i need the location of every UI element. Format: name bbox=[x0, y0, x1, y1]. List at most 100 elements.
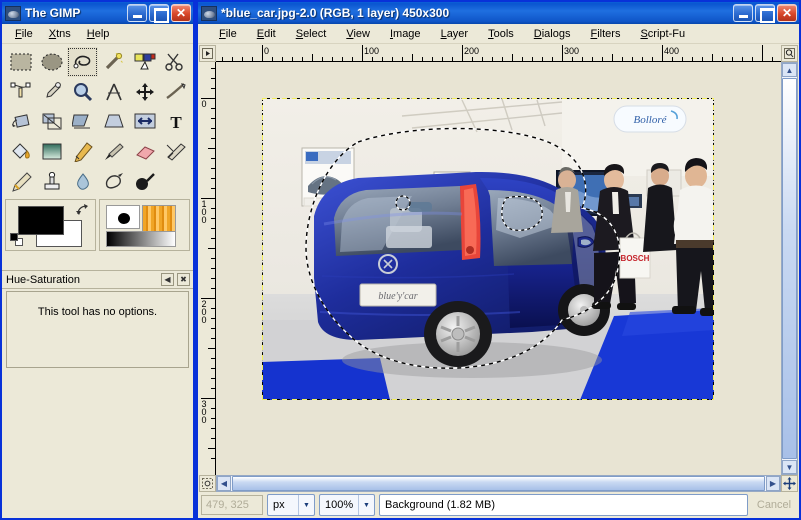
quick-mask-toggle-icon[interactable] bbox=[199, 475, 216, 492]
ruler-tick bbox=[392, 57, 393, 61]
clone-tool[interactable] bbox=[36, 167, 67, 197]
free-select-tool[interactable] bbox=[67, 47, 98, 77]
tool-grid-empty bbox=[160, 167, 191, 197]
scroll-right-icon[interactable]: ▶ bbox=[766, 476, 780, 491]
ruler-tick bbox=[752, 57, 753, 61]
fuzzy-select-tool[interactable] bbox=[98, 47, 129, 77]
toolbox-titlebar[interactable]: The GIMP bbox=[2, 2, 193, 24]
menu-xtns[interactable]: Xtns bbox=[42, 26, 78, 42]
scale-tool[interactable] bbox=[36, 107, 67, 137]
close-icon[interactable] bbox=[171, 4, 191, 22]
toolbox-menubar: File Xtns Help bbox=[2, 24, 193, 44]
close-icon[interactable] bbox=[777, 4, 797, 22]
ellipse-select-tool[interactable] bbox=[36, 47, 67, 77]
paths-tool[interactable] bbox=[5, 77, 36, 107]
scroll-left-icon[interactable]: ◀ bbox=[217, 476, 231, 491]
ruler-tick bbox=[502, 57, 503, 61]
ruler-tick bbox=[332, 57, 333, 61]
rect-select-tool[interactable] bbox=[5, 47, 36, 77]
menu-image[interactable]: Image bbox=[383, 26, 428, 42]
menu-file[interactable]: File bbox=[212, 26, 244, 42]
menu-xtns-rest: tns bbox=[56, 27, 71, 40]
crop-tool[interactable] bbox=[160, 77, 191, 107]
menu-edit[interactable]: Edit bbox=[250, 26, 283, 42]
foreground-color-swatch[interactable] bbox=[18, 206, 64, 235]
ruler-tick bbox=[211, 338, 215, 339]
image-photo[interactable]: Bolloré blue'y'car BOSCH bbox=[262, 98, 724, 400]
zoom-selector[interactable]: 100% ▼ bbox=[319, 494, 375, 516]
chevron-down-icon[interactable]: ▼ bbox=[358, 495, 374, 515]
move-tool[interactable] bbox=[129, 77, 160, 107]
horizontal-scrollbar-thumb[interactable] bbox=[232, 476, 765, 491]
maximize-icon[interactable] bbox=[149, 4, 169, 23]
unit-selector[interactable]: px ▼ bbox=[267, 494, 315, 516]
zoom-tool[interactable] bbox=[67, 77, 98, 107]
fg-bg-color-area[interactable] bbox=[5, 199, 96, 251]
brush-pattern-gradient-area[interactable] bbox=[99, 199, 190, 251]
image-window-titlebar[interactable]: *blue_car.jpg-2.0 (RGB, 1 layer) 450x300 bbox=[198, 2, 799, 24]
ruler-menu-icon[interactable] bbox=[199, 45, 216, 62]
shear-tool[interactable] bbox=[67, 107, 98, 137]
reset-colors-icon[interactable] bbox=[10, 233, 23, 246]
ruler-tick bbox=[432, 57, 433, 61]
pan-canvas-icon[interactable] bbox=[781, 475, 798, 492]
menu-layer[interactable]: Layer bbox=[434, 26, 476, 42]
menu-select[interactable]: Select bbox=[289, 26, 334, 42]
ruler-tick bbox=[211, 208, 215, 209]
gradient-indicator[interactable] bbox=[106, 231, 176, 247]
cancel-button[interactable]: Cancel bbox=[752, 499, 796, 511]
close-dock-icon[interactable]: ✖ bbox=[177, 273, 190, 286]
gradient-tool[interactable] bbox=[36, 137, 67, 167]
flip-tool[interactable] bbox=[129, 107, 160, 137]
gimp-wilber-icon bbox=[201, 5, 217, 21]
color-picker-tool[interactable] bbox=[36, 77, 67, 107]
vertical-scrollbar[interactable]: ▲ ▼ bbox=[781, 62, 798, 475]
tool-options-dock: Hue-Saturation ◀ ✖ This tool has no opti… bbox=[2, 270, 193, 518]
ruler-tick bbox=[208, 148, 215, 149]
eraser-tool[interactable] bbox=[129, 137, 160, 167]
minimize-icon[interactable] bbox=[127, 4, 147, 22]
text-tool[interactable]: T bbox=[160, 107, 191, 137]
dodge-burn-tool[interactable] bbox=[129, 167, 160, 197]
menu-view[interactable]: View bbox=[339, 26, 377, 42]
scissors-select-tool[interactable] bbox=[160, 47, 191, 77]
horizontal-scrollbar[interactable]: ◀ ▶ bbox=[216, 475, 781, 492]
perspective-tool[interactable] bbox=[98, 107, 129, 137]
vertical-scrollbar-thumb[interactable] bbox=[782, 78, 797, 459]
menu-dialogs[interactable]: Dialogs bbox=[527, 26, 578, 42]
select-by-color-tool[interactable] bbox=[129, 47, 160, 77]
scroll-up-icon[interactable]: ▲ bbox=[782, 63, 797, 77]
swap-colors-icon[interactable] bbox=[75, 203, 89, 217]
menu-tools[interactable]: Tools bbox=[481, 26, 521, 42]
minimize-icon[interactable] bbox=[733, 4, 753, 22]
menu-file[interactable]: File bbox=[8, 26, 40, 42]
pencil-tool[interactable] bbox=[67, 137, 98, 167]
menu-help[interactable]: Help bbox=[80, 26, 117, 42]
ruler-tick bbox=[702, 57, 703, 61]
smudge-tool[interactable] bbox=[98, 167, 129, 197]
horizontal-ruler[interactable]: 0 100 200 300 400 bbox=[216, 45, 781, 62]
menu-script-fu[interactable]: Script-Fu bbox=[633, 26, 692, 42]
navigation-preview-icon[interactable] bbox=[781, 45, 798, 62]
maximize-icon[interactable] bbox=[755, 4, 775, 23]
ruler-tick bbox=[211, 418, 215, 419]
paintbrush-tool[interactable] bbox=[98, 137, 129, 167]
chevron-down-icon[interactable]: ▼ bbox=[298, 495, 314, 515]
ruler-tick bbox=[542, 57, 543, 61]
measure-tool[interactable] bbox=[98, 77, 129, 107]
rotate-tool[interactable] bbox=[5, 107, 36, 137]
pattern-indicator[interactable] bbox=[142, 205, 176, 232]
vertical-ruler[interactable]: 0 100 200 300 bbox=[199, 62, 216, 475]
ink-tool[interactable] bbox=[5, 167, 36, 197]
blur-sharpen-tool[interactable] bbox=[67, 167, 98, 197]
airbrush-tool[interactable] bbox=[160, 137, 191, 167]
collapse-left-icon[interactable]: ◀ bbox=[161, 273, 174, 286]
color-and-indicator-area bbox=[5, 199, 190, 251]
brush-indicator[interactable] bbox=[106, 205, 140, 229]
menu-filters[interactable]: Filters bbox=[583, 26, 627, 42]
bucket-fill-tool[interactable] bbox=[5, 137, 36, 167]
toolbox-title: The GIMP bbox=[25, 6, 81, 20]
image-canvas[interactable]: Bolloré blue'y'car BOSCH bbox=[216, 62, 781, 475]
ruler-tick bbox=[742, 57, 743, 61]
scroll-down-icon[interactable]: ▼ bbox=[782, 460, 797, 474]
